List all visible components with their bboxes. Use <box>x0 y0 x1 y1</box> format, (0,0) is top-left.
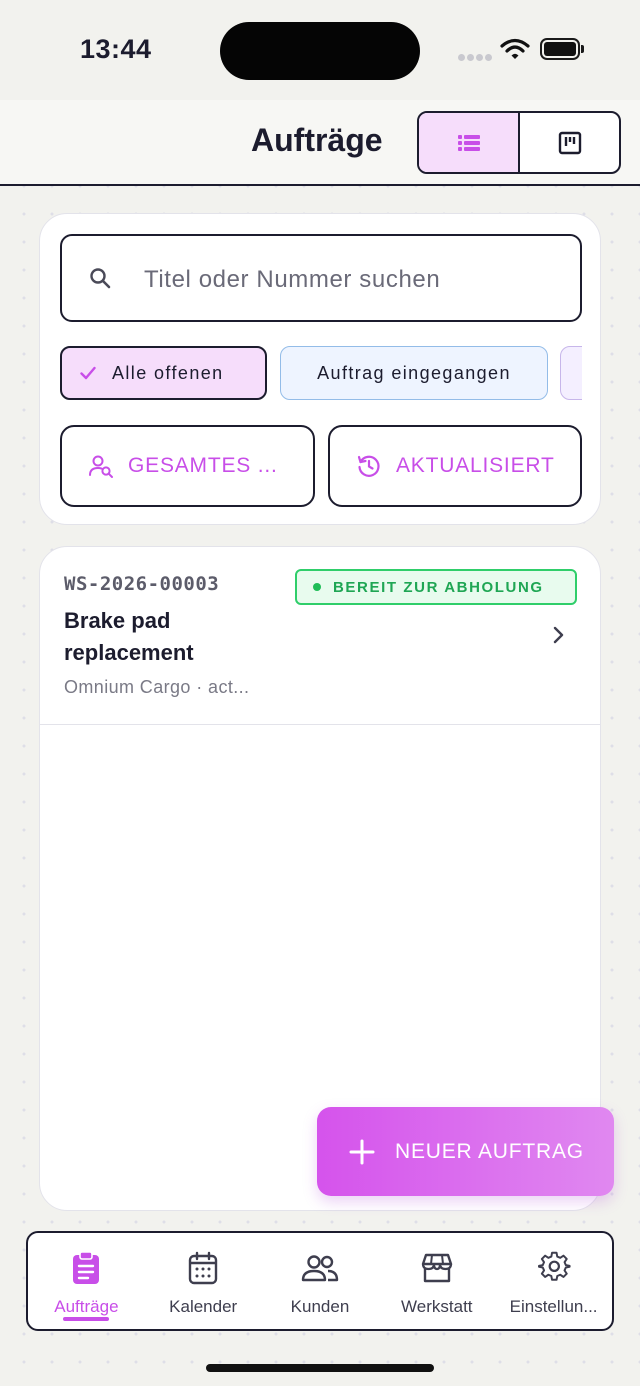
search-placeholder: Titel oder Nummer suchen <box>144 266 441 293</box>
users-icon <box>301 1249 339 1287</box>
scope-filter-button[interactable]: GESAMTES ... <box>60 425 315 507</box>
wifi-icon <box>500 38 530 65</box>
battery-icon <box>540 38 580 60</box>
search-icon <box>90 268 111 289</box>
filter-chip-partial[interactable] <box>560 346 582 400</box>
order-title: Brake pad replacement <box>64 608 194 665</box>
status-label: BEREIT ZUR ABHOLUNG <box>333 578 544 596</box>
gear-icon <box>537 1249 571 1287</box>
status-badge: BEREIT ZUR ABHOLUNG <box>295 569 577 605</box>
store-icon <box>420 1249 454 1287</box>
filter-panel: Titel oder Nummer suchen Alle offenen Au… <box>39 213 601 525</box>
tab-label: Aufträge <box>54 1297 119 1316</box>
sort-button-label: AKTUALISIERT <box>396 454 555 477</box>
status-dot-icon <box>313 583 321 591</box>
check-icon <box>80 366 96 380</box>
cellular-signal-icon <box>458 48 494 66</box>
dynamic-island <box>220 22 420 80</box>
order-number: WS-2026-00003 <box>64 573 220 595</box>
tab-label: Kunden <box>290 1297 350 1316</box>
scope-button-label: GESAMTES ... <box>128 454 278 477</box>
chevron-right-icon <box>553 626 564 644</box>
filter-chip-alle-offenen[interactable]: Alle offenen <box>60 346 267 400</box>
tab-kunden[interactable]: Kunden <box>262 1233 379 1329</box>
user-search-icon <box>88 453 114 479</box>
new-order-button[interactable]: NEUER AUFTRAG <box>317 1107 614 1196</box>
status-filter-chips: Alle offenen Auftrag eingegangen <box>60 346 582 402</box>
view-mode-toggle <box>417 111 621 174</box>
order-subtitle: Omnium Cargo · act... <box>64 677 250 697</box>
filter-chip-auftrag-eingegangen[interactable]: Auftrag eingegangen <box>280 346 548 400</box>
tab-auftraege[interactable]: Aufträge <box>28 1233 145 1329</box>
tab-label: Werkstatt <box>401 1297 473 1316</box>
active-tab-indicator <box>63 1317 110 1321</box>
tab-werkstatt[interactable]: Werkstatt <box>378 1233 495 1329</box>
home-indicator <box>206 1364 434 1372</box>
sort-button[interactable]: AKTUALISIERT <box>328 425 582 507</box>
status-bar: 13:44 <box>0 0 640 100</box>
chip-label: Auftrag eingegangen <box>317 362 511 383</box>
search-input[interactable]: Titel oder Nummer suchen <box>60 234 582 322</box>
plus-icon <box>349 1139 375 1165</box>
bottom-tab-bar: Aufträge Kalender Kunden Werkstatt Einst… <box>26 1231 614 1331</box>
new-order-label: NEUER AUFTRAG <box>395 1139 584 1163</box>
list-view-button[interactable] <box>419 113 520 172</box>
tab-einstellungen[interactable]: Einstellun... <box>495 1233 612 1329</box>
calendar-icon <box>187 1249 219 1287</box>
list-icon <box>457 134 480 151</box>
tab-kalender[interactable]: Kalender <box>145 1233 262 1329</box>
kanban-icon <box>558 131 581 154</box>
order-row[interactable]: WS-2026-00003 BEREIT ZUR ABHOLUNG Brake … <box>40 547 600 725</box>
board-view-button[interactable] <box>520 113 619 172</box>
status-time: 13:44 <box>80 34 152 64</box>
chip-label: Alle offenen <box>112 362 224 383</box>
refresh-clock-icon <box>356 453 382 479</box>
tab-label: Einstellun... <box>509 1297 598 1316</box>
clipboard-icon <box>70 1249 102 1287</box>
app-header: Aufträge <box>0 100 640 186</box>
tab-label: Kalender <box>169 1297 238 1316</box>
page-title: Aufträge <box>251 122 383 158</box>
